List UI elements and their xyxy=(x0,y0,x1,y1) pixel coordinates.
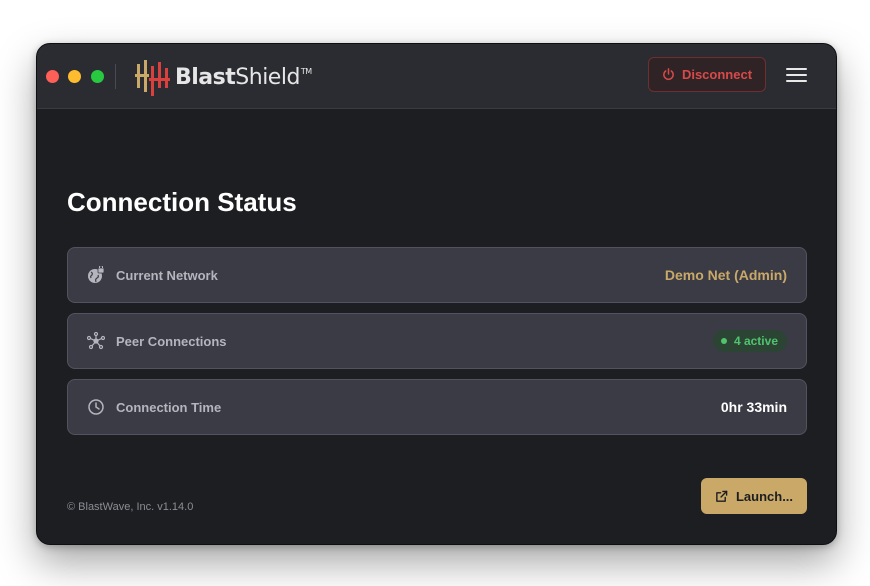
window-close-button[interactable] xyxy=(46,70,59,83)
globe-lock-icon xyxy=(87,266,105,284)
external-link-icon xyxy=(716,490,728,502)
hamburger-menu-icon[interactable] xyxy=(786,68,807,85)
copyright-text: © BlastWave, Inc. v1.14.0 xyxy=(67,501,194,513)
status-dot-icon xyxy=(720,338,727,344)
power-icon xyxy=(663,68,674,80)
window-minimize-button[interactable] xyxy=(68,70,81,83)
connection-time-value: 0hr 33min xyxy=(720,399,787,415)
disconnect-button[interactable]: Disconnect xyxy=(648,57,766,92)
connection-time-row: Connection Time 0hr 33min xyxy=(67,379,807,435)
app-name: Blast Shield TM xyxy=(175,65,312,90)
network-nodes-icon xyxy=(87,332,105,350)
window-zoom-button[interactable] xyxy=(91,70,104,83)
peer-connections-value: 4 active xyxy=(733,334,778,348)
app-logo: Blast Shield TM xyxy=(135,56,312,98)
launch-label: Launch... xyxy=(735,488,794,504)
current-network-row: Current Network Demo Net (Admin) xyxy=(67,247,807,303)
app-window: Blast Shield TM Disconnect Connection Stat… xyxy=(36,43,837,545)
peer-connections-row: Peer Connections 4 active xyxy=(67,313,807,369)
status-badge: 4 active xyxy=(712,330,787,352)
launch-button[interactable]: Launch... xyxy=(701,478,807,514)
blastshield-logo-icon xyxy=(135,60,170,96)
clock-icon xyxy=(87,398,105,416)
disconnect-label: Disconnect xyxy=(681,67,753,82)
title-bar-divider xyxy=(115,64,116,89)
connection-time-label: Connection Time xyxy=(116,399,222,415)
peer-connections-label: Peer Connections xyxy=(116,333,227,349)
trademark-mark: TM xyxy=(300,66,312,76)
app-name-bold: Blast xyxy=(175,64,236,90)
page-title: Connection Status xyxy=(67,187,297,217)
current-network-label: Current Network xyxy=(116,267,218,283)
title-bar: Blast Shield TM Disconnect xyxy=(37,44,836,109)
current-network-value: Demo Net (Admin) xyxy=(664,267,787,283)
app-name-regular: Shield xyxy=(235,64,300,90)
